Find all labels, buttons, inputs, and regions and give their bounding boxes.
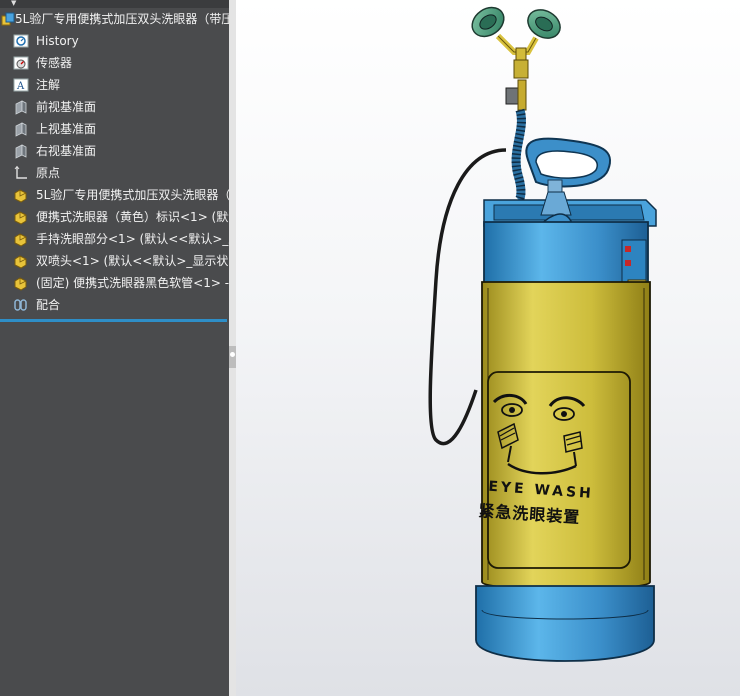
collapse-caret-icon[interactable]: ▼ [11,0,16,7]
tree-item-label: 传感器 [36,56,73,70]
plane-icon [15,122,27,137]
part-icon [14,255,27,269]
tree-item-label: (固定) 便携式洗眼器黑色软管<1> - [36,276,229,290]
splitter-handle-icon[interactable] [230,352,235,357]
plane-icon [15,144,27,159]
splitter-grip[interactable] [229,346,236,368]
part-icon [14,277,27,291]
sensor-icon [13,56,29,70]
feature-manager-tree: ▼ 5L验厂专用便携式加压双头洗眼器（带压 History 传感器 A 注解 前… [0,0,229,696]
assembly-icon [1,12,15,26]
annotation-icon: A [13,78,29,92]
tree-item-label: 5L验厂专用便携式加压双头洗眼器（ [36,188,229,202]
mates-icon [14,299,27,311]
tree-item-label: 前视基准面 [36,100,97,114]
tree-item-annotations[interactable]: A 注解 [0,74,229,96]
dual-spray-head [471,6,561,111]
tree-item-component[interactable]: (固定) 便携式洗眼器黑色软管<1> - [0,272,229,294]
tree-item-component[interactable]: 便携式洗眼器（黄色）标识<1> (默认 [0,206,229,228]
tree-item-label: 便携式洗眼器（黄色）标识<1> (默认 [36,210,229,224]
selection-indicator [0,319,227,322]
tree-item-label: 右视基准面 [36,144,97,158]
tree-item-history[interactable]: History [0,30,229,52]
eyewash-model: EYE WASH 紧急洗眼装置 [428,6,657,662]
part-icon [14,189,27,203]
tank-bottom-base [475,585,655,662]
tree-item-label: 配合 [36,298,61,312]
tree-header-bar: ▼ [0,0,229,8]
part-icon [14,211,27,225]
origin-icon [14,165,27,179]
tree-item-component[interactable]: 双喷头<1> (默认<<默认>_显示状态 [0,250,229,272]
tree-root-label: 5L验厂专用便携式加压双头洗眼器（带压 [15,12,229,26]
graphics-viewport[interactable]: EYE WASH 紧急洗眼装置 [236,0,740,696]
tree-item-label: 双喷头<1> (默认<<默认>_显示状态 [36,254,229,268]
tree-item-top-plane[interactable]: 上视基准面 [0,118,229,140]
part-icon [14,233,27,247]
coiled-hose [511,108,526,204]
tree-item-front-plane[interactable]: 前视基准面 [0,96,229,118]
tree-item-component[interactable]: 5L验厂专用便携式加压双头洗眼器（ [0,184,229,206]
tree-item-component[interactable]: 手持洗眼部分<1> (默认<<默认>_显 [0,228,229,250]
tree-item-label: 原点 [36,166,61,180]
plane-icon [15,100,27,115]
panel-splitter[interactable] [229,0,236,696]
tree-item-label: 注解 [36,78,61,92]
tree-item-label: 上视基准面 [36,122,97,136]
tree-item-right-plane[interactable]: 右视基准面 [0,140,229,162]
tree-item-origin[interactable]: 原点 [0,162,229,184]
tree-item-label: 手持洗眼部分<1> (默认<<默认>_显 [36,232,229,246]
history-icon [13,34,29,48]
svg-text:A: A [16,81,25,92]
tree-root-assembly[interactable]: 5L验厂专用便携式加压双头洗眼器（带压 [0,8,229,30]
tree-item-sensors[interactable]: 传感器 [0,52,229,74]
tree-item-label: History [36,34,79,48]
tree-item-mates[interactable]: 配合 [0,294,229,316]
